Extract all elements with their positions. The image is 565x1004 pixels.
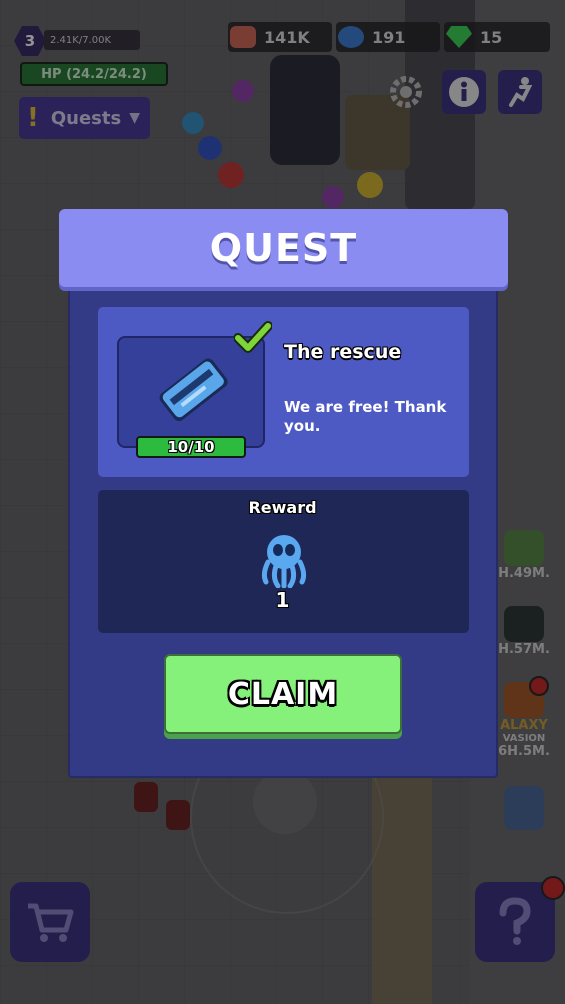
checkmark-icon (234, 321, 272, 353)
task-description: We are free! Thank you. (284, 398, 447, 435)
reward-count: 1 (275, 588, 290, 612)
modal-header: QUEST (59, 209, 508, 287)
task-progress-bar: 10/10 (136, 436, 246, 458)
octopus-icon (261, 535, 307, 588)
claim-button[interactable]: CLAIM (164, 654, 402, 734)
task-name: The rescue (284, 341, 402, 363)
keycard-icon (159, 358, 228, 422)
reward-label: Reward (248, 498, 317, 517)
claim-label: CLAIM (227, 676, 339, 712)
modal-title: QUEST (209, 226, 358, 270)
task-progress-label: 10/10 (167, 438, 215, 456)
